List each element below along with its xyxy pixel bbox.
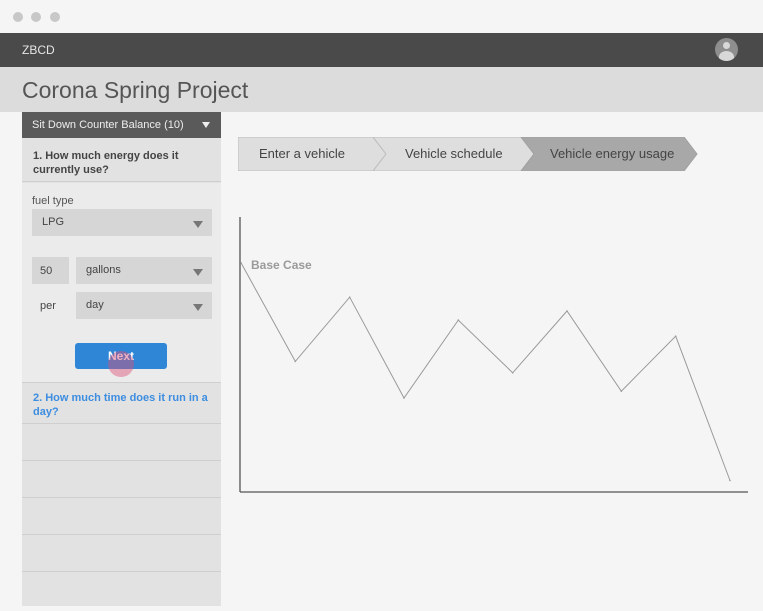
vehicle-select-label: Sit Down Counter Balance (10) bbox=[32, 119, 184, 131]
fuel-type-value: LPG bbox=[42, 216, 65, 228]
data-point bbox=[240, 262, 242, 264]
list-item bbox=[22, 498, 221, 535]
data-point bbox=[729, 479, 731, 482]
step-label: Enter a vehicle bbox=[259, 146, 345, 161]
chevron-down-icon bbox=[193, 221, 203, 228]
click-indicator bbox=[108, 351, 134, 377]
period-value: day bbox=[86, 299, 104, 311]
data-point bbox=[566, 310, 568, 312]
list-item bbox=[22, 461, 221, 498]
data-point bbox=[348, 296, 351, 298]
question-1-label: 1. How much energy does it currently use… bbox=[33, 150, 179, 176]
vehicle-select-dropdown[interactable]: Sit Down Counter Balance (10) bbox=[22, 112, 221, 138]
window-titlebar bbox=[0, 0, 763, 33]
brand-logo[interactable]: ZBCD bbox=[22, 43, 55, 57]
per-label: per bbox=[40, 300, 56, 312]
step-label: Vehicle energy usage bbox=[550, 146, 674, 161]
top-navigation-bar: ZBCD bbox=[0, 33, 763, 67]
unit-value: gallons bbox=[86, 264, 121, 276]
user-avatar-icon[interactable] bbox=[715, 38, 738, 61]
fuel-type-label: fuel type bbox=[32, 195, 74, 207]
step-enter-vehicle[interactable]: Enter a vehicle bbox=[238, 137, 387, 171]
sidebar-panel: Sit Down Counter Balance (10) 1. How muc… bbox=[22, 112, 221, 606]
step-vehicle-schedule[interactable]: Vehicle schedule bbox=[372, 137, 535, 171]
step-label: Vehicle schedule bbox=[405, 146, 503, 161]
chevron-down-icon bbox=[193, 269, 203, 276]
data-point bbox=[457, 319, 460, 321]
quantity-value: 50 bbox=[40, 265, 53, 277]
minimize-window-icon[interactable] bbox=[31, 12, 41, 22]
data-point bbox=[620, 390, 623, 392]
page-header: Corona Spring Project bbox=[0, 67, 763, 112]
data-point bbox=[403, 397, 405, 399]
fuel-type-select[interactable]: LPG bbox=[32, 209, 212, 236]
progress-stepper: Enter a vehicle Vehicle schedule Vehicle… bbox=[238, 137, 698, 171]
series-line bbox=[240, 262, 731, 481]
list-item bbox=[22, 424, 221, 461]
quantity-input[interactable]: 50 bbox=[32, 257, 69, 284]
list-item bbox=[22, 535, 221, 572]
chevron-down-icon bbox=[202, 122, 210, 128]
question-2-label: 2. How much time does it run in a day? bbox=[33, 392, 208, 418]
maximize-window-icon[interactable] bbox=[50, 12, 60, 22]
step-vehicle-energy-usage[interactable]: Vehicle energy usage bbox=[520, 137, 698, 171]
close-window-icon[interactable] bbox=[13, 12, 23, 22]
period-select[interactable]: day bbox=[76, 292, 212, 319]
data-point bbox=[294, 360, 297, 363]
question-1-heading[interactable]: 1. How much energy does it currently use… bbox=[22, 144, 221, 182]
chevron-down-icon bbox=[193, 304, 203, 311]
unit-select[interactable]: gallons bbox=[76, 257, 212, 284]
data-point bbox=[674, 335, 677, 337]
question-2-heading[interactable]: 2. How much time does it run in a day? bbox=[22, 384, 221, 424]
chart-title: Base Case bbox=[251, 258, 312, 272]
page-title: Corona Spring Project bbox=[22, 77, 249, 103]
question-1-form: fuel type LPG 50 gallons per day Next bbox=[22, 183, 221, 383]
energy-usage-chart bbox=[239, 217, 748, 493]
data-point bbox=[511, 372, 514, 374]
